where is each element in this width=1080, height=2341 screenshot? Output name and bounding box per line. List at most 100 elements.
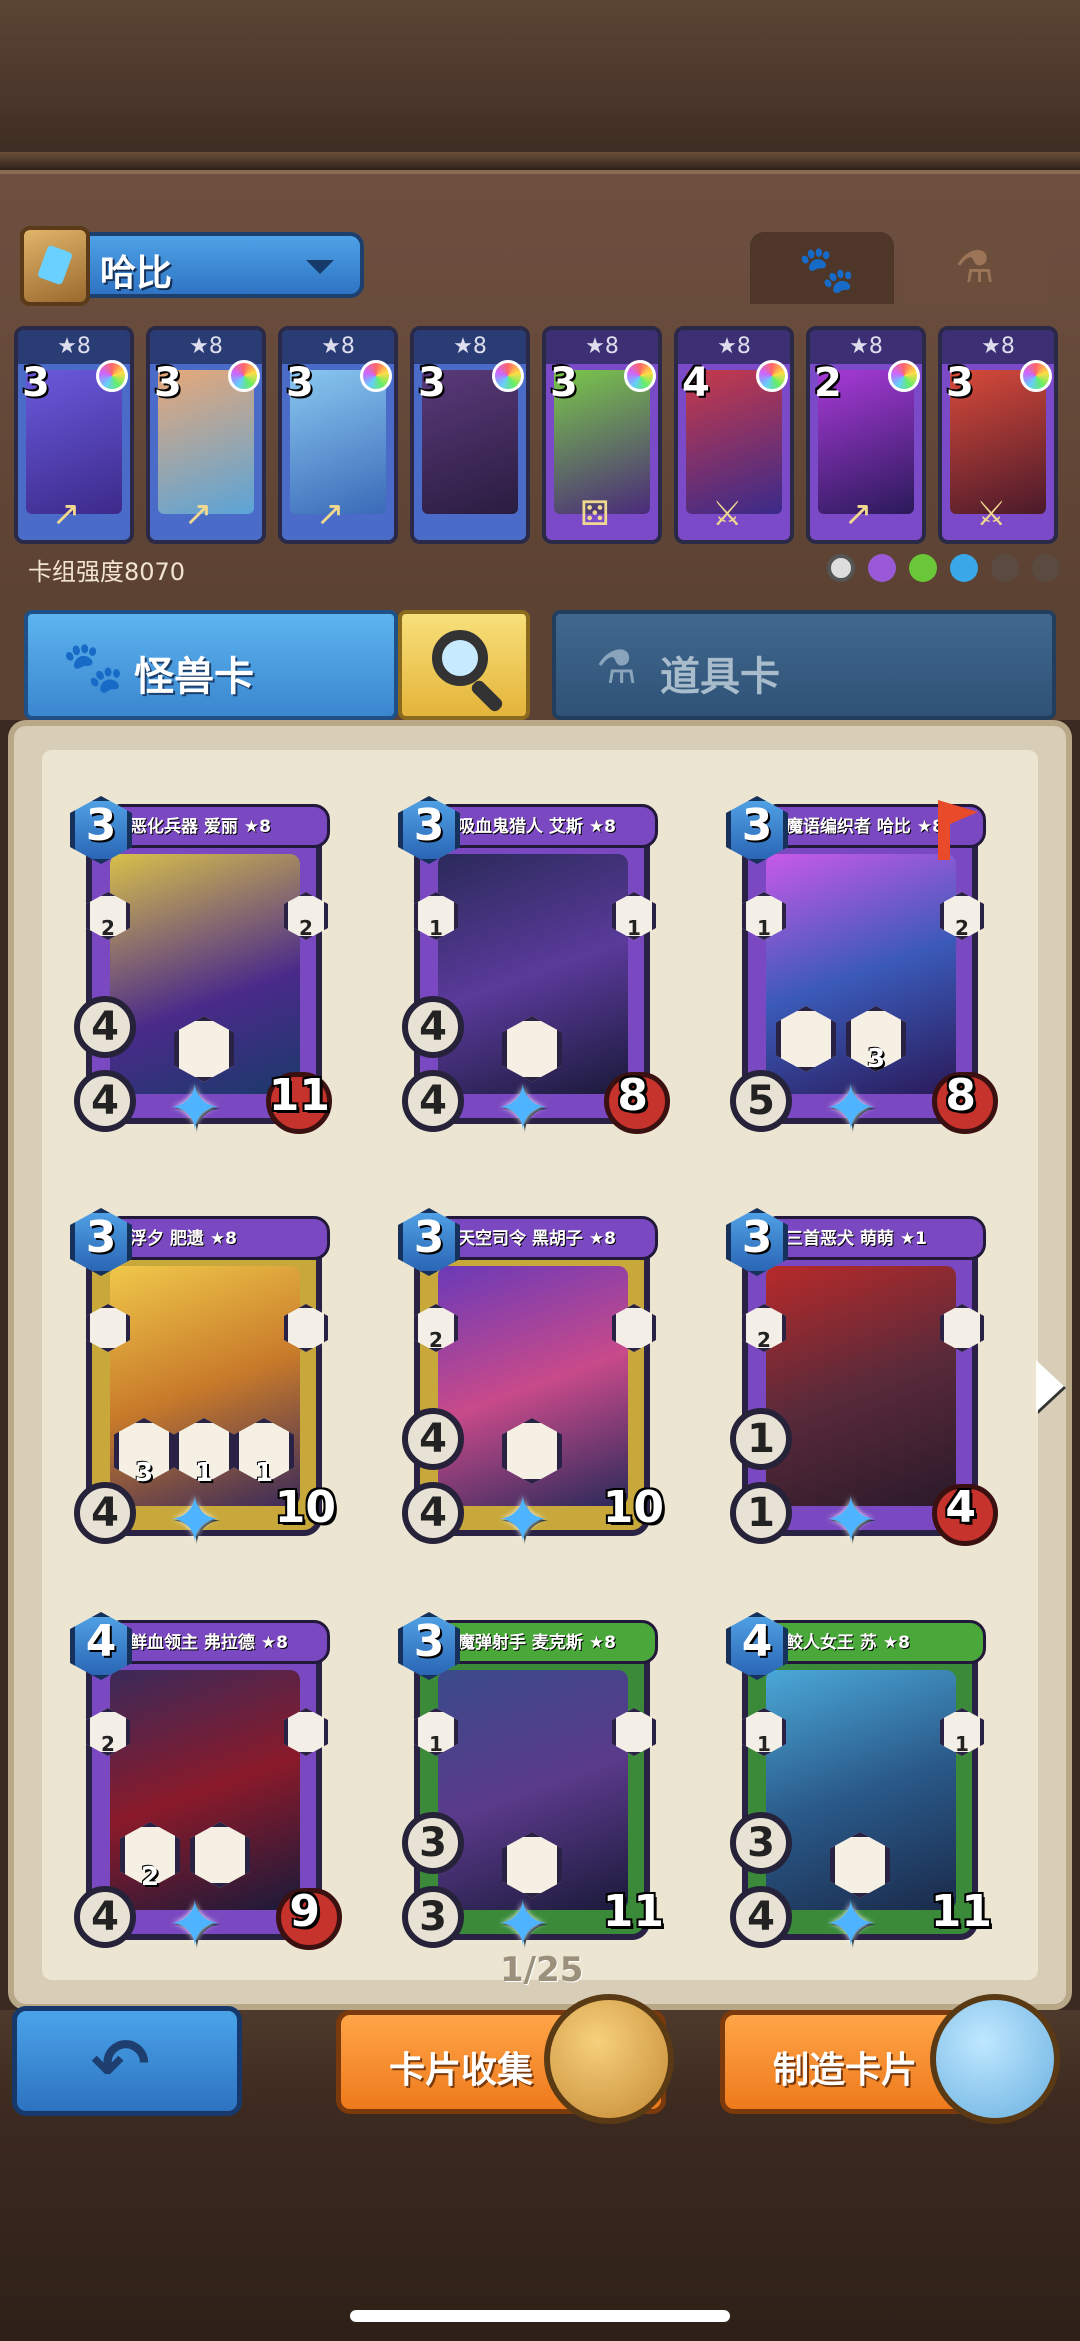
tab-item-cards[interactable]: ⚗ 道具卡: [552, 610, 1056, 720]
home-indicator: [350, 2310, 730, 2322]
card-stars: ★8: [150, 330, 262, 364]
tab-item-label: 道具卡: [660, 654, 780, 700]
deck-card[interactable]: ★8 2 ↗: [806, 326, 926, 544]
attack-stat: 3: [402, 1886, 464, 1948]
sword-icon: ⚔: [712, 494, 743, 534]
monster-card[interactable]: 天空司令 黑胡子 ★8 3 2 4 4 10 ✦: [398, 1208, 664, 1570]
card-cost: 4: [741, 1616, 773, 1667]
back-button[interactable]: ↶: [12, 2006, 242, 2116]
card-cost: 4: [682, 360, 710, 406]
deck-selector[interactable]: 哈比: [20, 226, 364, 306]
rarity-star-icon: ✦: [168, 1484, 222, 1558]
attack-stat: 1: [730, 1482, 792, 1544]
trait-count: 2: [429, 1328, 443, 1352]
grapple-hook-icon: ↗: [316, 494, 345, 534]
card-cost: 3: [413, 800, 445, 851]
deck-name: 哈比: [100, 253, 173, 294]
health-stat: 8: [617, 1070, 648, 1121]
deck-trait-icons: [819, 554, 1060, 584]
card-stars: ★8: [414, 330, 526, 364]
element-gem-icon: [492, 360, 524, 392]
element-gem-icon: [96, 360, 128, 392]
attack-stat: 4: [74, 1886, 136, 1948]
trait-count: 1: [757, 916, 771, 940]
deck-tab-monster[interactable]: 🐾: [750, 232, 894, 304]
spellbook-icon: [20, 226, 90, 306]
card-stars: ★8: [942, 330, 1054, 364]
search-button[interactable]: [398, 610, 530, 720]
card-cost: 3: [154, 360, 182, 406]
rarity-star-icon: ✦: [168, 1888, 222, 1962]
neutral-trait-icon: [826, 554, 855, 582]
health-stat: 9: [289, 1886, 320, 1937]
monster-card[interactable]: 吸血鬼猎人 艾斯 ★8 3 1 1 4 4 8 ✦: [398, 796, 670, 1158]
rarity-star-icon: ✦: [824, 1888, 878, 1962]
card-title: 吸血鬼猎人 艾斯 ★8: [458, 817, 616, 837]
dice-stat: 4: [402, 1408, 464, 1470]
card-stars: ★8: [678, 330, 790, 364]
monster-card[interactable]: 魔语编织者 哈比 ★8 3 1 2 3 5 8 ✦: [726, 796, 998, 1158]
card-cost: 3: [946, 360, 974, 406]
monster-card[interactable]: 魔弹射手 麦克斯 ★8 3 1 3 3 11 ✦: [398, 1612, 664, 1974]
deck-card[interactable]: ★8 3: [410, 326, 530, 544]
deck-tab-item[interactable]: ⚗: [905, 232, 1049, 304]
dice-stat: 1: [730, 1408, 792, 1470]
deck-card[interactable]: ★8 3 ↗: [14, 326, 134, 544]
deck-card[interactable]: ★8 4 ⚔: [674, 326, 794, 544]
deck-card[interactable]: ★8 3 ↗: [278, 326, 398, 544]
dice-icon: ⚄: [580, 494, 610, 534]
trait-count: 1: [429, 916, 443, 940]
card-title: 天空司令 黑胡子 ★8: [458, 1229, 616, 1249]
card-stars: ★8: [18, 330, 130, 364]
monster-card[interactable]: 三首恶犬 萌萌 ★1 3 2 1 1 4 ✦: [726, 1208, 998, 1570]
trait-count: 2: [757, 1328, 771, 1352]
monster-card[interactable]: 鲛人女王 苏 ★8 4 1 1 3 4 11 ✦: [726, 1612, 992, 1974]
card-cost: 3: [741, 1212, 773, 1263]
card-book-icon: [544, 1994, 674, 2124]
health-stat: 11: [602, 1886, 664, 1937]
card-title: 浮夕 肥遗 ★8: [130, 1229, 237, 1249]
dice-stat: 4: [402, 996, 464, 1058]
monster-card[interactable]: 鲜血领主 弗拉德 ★8 4 2 2 4 9 ✦: [70, 1612, 342, 1974]
attack-stat: 4: [402, 1482, 464, 1544]
back-arrow-icon: ↶: [91, 2023, 150, 2105]
card-cost: 3: [85, 800, 117, 851]
element-gem-icon: [1020, 360, 1052, 392]
health-stat: 11: [930, 1886, 992, 1937]
attack-stat: 4: [74, 1482, 136, 1544]
deck-card-row: ★8 3 ↗ ★8 3 ↗ ★8 3 ↗ ★8 3 ★8 3 ⚄ ★8 4 ⚔ …: [14, 326, 1074, 546]
page-indicator: 1/25: [500, 1950, 584, 1990]
card-cost: 3: [741, 800, 773, 851]
health-stat: 8: [945, 1070, 976, 1121]
trait-count: 2: [955, 916, 969, 940]
water-trait-icon: [949, 554, 978, 582]
monster-card[interactable]: 恶化兵器 爱丽 ★8 3 2 2 4 4 11 ✦: [70, 796, 336, 1158]
card-title: 恶化兵器 爱丽 ★8: [130, 817, 271, 837]
card-cost: 3: [85, 1212, 117, 1263]
card-title: 鲛人女王 苏 ★8: [786, 1633, 910, 1653]
card-title: 三首恶犬 萌萌 ★1: [786, 1229, 927, 1249]
rarity-star-icon: ✦: [824, 1484, 878, 1558]
health-stat: 11: [268, 1070, 330, 1121]
deck-panel: 哈比 🐾 ⚗ ★8 3 ↗ ★8 3 ↗ ★8 3 ↗ ★8 3 ★8 3 ⚄ …: [0, 170, 1080, 600]
trait-count: 1: [955, 1732, 969, 1756]
element-gem-icon: [360, 360, 392, 392]
sword-icon: ⚔: [976, 494, 1007, 534]
rarity-star-icon: ✦: [824, 1072, 878, 1146]
attack-stat: 4: [730, 1886, 792, 1948]
next-page-button[interactable]: [1036, 1360, 1064, 1412]
deck-card[interactable]: ★8 3 ↗: [146, 326, 266, 544]
monster-card[interactable]: 浮夕 肥遗 ★8 3 3 1 1 4 10 ✦: [70, 1208, 336, 1570]
trait-count: 2: [101, 916, 115, 940]
tab-monster-cards[interactable]: 🐾 怪兽卡: [24, 610, 398, 720]
deck-card[interactable]: ★8 3 ⚔: [938, 326, 1058, 544]
potion-icon: ⚗: [955, 242, 995, 293]
chevron-down-icon: [306, 260, 334, 274]
potion-icon: ⚗: [596, 640, 638, 694]
top-wood-header: [0, 0, 1080, 170]
deck-card[interactable]: ★8 3 ⚄: [542, 326, 662, 544]
card-cost: 3: [22, 360, 50, 406]
rarity-star-icon: ✦: [168, 1072, 222, 1146]
card-cost: 3: [413, 1212, 445, 1263]
craft-card-label: 制造卡片: [773, 2050, 918, 2091]
